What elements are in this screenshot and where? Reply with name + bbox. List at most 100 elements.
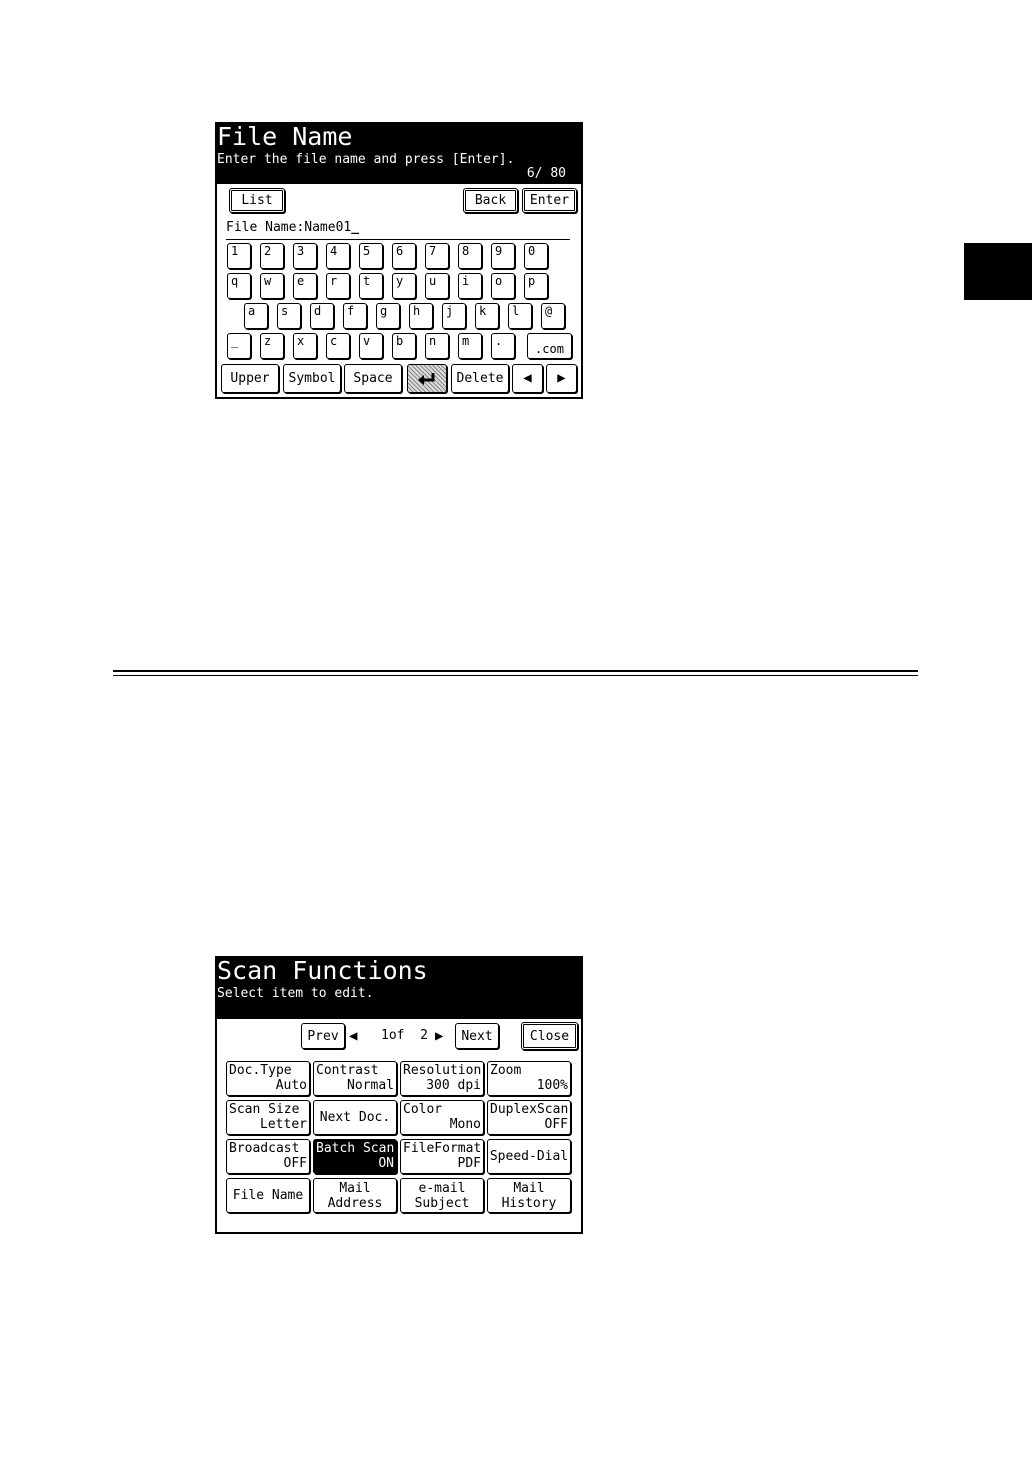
- key-b[interactable]: b: [392, 333, 416, 359]
- file-name-input[interactable]: File Name:Name01_: [226, 219, 570, 240]
- function-label: FileFormat: [403, 1141, 482, 1156]
- key-4[interactable]: 4: [326, 243, 350, 269]
- color-button[interactable]: Color Mono: [400, 1100, 484, 1135]
- function-value: PDF: [457, 1156, 481, 1171]
- contrast-button[interactable]: Contrast Normal: [313, 1061, 397, 1096]
- file-name-button[interactable]: File Name: [226, 1178, 310, 1213]
- key-x[interactable]: x: [293, 333, 317, 359]
- function-label: DuplexScan: [490, 1102, 569, 1117]
- character-counter: 6/ 80: [526, 166, 566, 181]
- key-u[interactable]: u: [425, 273, 449, 299]
- function-label: Next Doc.: [319, 1110, 391, 1125]
- key-m[interactable]: m: [458, 333, 482, 359]
- close-button[interactable]: Close: [521, 1022, 578, 1050]
- speed-dial-button[interactable]: Speed-Dial: [487, 1139, 571, 1174]
- resolution-button[interactable]: Resolution 300 dpi: [400, 1061, 484, 1096]
- list-button[interactable]: List: [229, 188, 285, 213]
- key-period[interactable]: .: [491, 333, 515, 359]
- function-label: Mail: [339, 1180, 371, 1196]
- key-l[interactable]: l: [508, 303, 532, 329]
- broadcast-button[interactable]: Broadcast OFF: [226, 1139, 310, 1174]
- file-format-button[interactable]: FileFormat PDF: [400, 1139, 484, 1174]
- function-label: Mail: [513, 1180, 545, 1196]
- cursor-right-button[interactable]: ▶: [546, 364, 577, 393]
- return-button[interactable]: [407, 364, 447, 393]
- key-h[interactable]: h: [409, 303, 433, 329]
- left-arrow-icon: ◀: [523, 370, 532, 386]
- key-g[interactable]: g: [376, 303, 400, 329]
- batch-scan-button[interactable]: Batch Scan ON: [313, 1139, 397, 1174]
- key-v[interactable]: v: [359, 333, 383, 359]
- field-label: File Name:: [226, 220, 305, 235]
- key-i[interactable]: i: [458, 273, 482, 299]
- scan-size-button[interactable]: Scan Size Letter: [226, 1100, 310, 1135]
- key-6[interactable]: 6: [392, 243, 416, 269]
- email-subject-button[interactable]: e-mail Subject: [400, 1178, 484, 1213]
- space-button[interactable]: Space: [344, 364, 402, 393]
- key-underscore[interactable]: _: [227, 333, 251, 359]
- next-doc-button[interactable]: Next Doc.: [313, 1100, 397, 1135]
- key-n[interactable]: n: [425, 333, 449, 359]
- key-dotcom[interactable]: .com: [527, 333, 572, 359]
- key-8[interactable]: 8: [458, 243, 482, 269]
- key-2[interactable]: 2: [260, 243, 284, 269]
- key-f[interactable]: f: [343, 303, 367, 329]
- key-0[interactable]: 0: [524, 243, 548, 269]
- prev-page-button[interactable]: Prev: [301, 1023, 345, 1049]
- function-label-line2: History: [501, 1195, 557, 1211]
- next-page-button[interactable]: Next: [455, 1023, 499, 1049]
- symbol-button[interactable]: Symbol: [283, 364, 341, 393]
- screen-title: Scan Functions: [217, 956, 428, 985]
- function-value: Mono: [449, 1117, 481, 1132]
- return-arrow-icon: [418, 372, 435, 385]
- key-o[interactable]: o: [491, 273, 515, 299]
- screen-instruction: Enter the file name and press [Enter].: [217, 152, 515, 167]
- function-label: Resolution: [403, 1063, 482, 1078]
- key-5[interactable]: 5: [359, 243, 383, 269]
- mail-address-button[interactable]: Mail Address: [313, 1178, 397, 1213]
- file-name-screen: File Name Enter the file name and press …: [215, 122, 583, 399]
- back-button[interactable]: Back: [463, 188, 518, 213]
- key-s[interactable]: s: [277, 303, 301, 329]
- right-arrow-icon: ▶: [557, 370, 566, 386]
- key-t[interactable]: t: [359, 273, 383, 299]
- key-j[interactable]: j: [442, 303, 466, 329]
- function-value: Normal: [347, 1078, 394, 1093]
- key-e[interactable]: e: [293, 273, 317, 299]
- key-q[interactable]: q: [227, 273, 251, 299]
- doc-type-button[interactable]: Doc.Type Auto: [226, 1061, 310, 1096]
- next-arrow-icon: ▶: [435, 1028, 444, 1044]
- key-c[interactable]: c: [326, 333, 350, 359]
- function-label: Scan Size: [229, 1102, 300, 1117]
- key-9[interactable]: 9: [491, 243, 515, 269]
- cursor-left-button[interactable]: ◀: [512, 364, 543, 393]
- scan-functions-screen: Scan Functions Select item to edit. Prev…: [215, 956, 583, 1234]
- scan-functions-header: Scan Functions Select item to edit.: [215, 956, 583, 1017]
- enter-button[interactable]: Enter: [522, 188, 577, 213]
- function-value: 100%: [536, 1078, 568, 1093]
- key-7[interactable]: 7: [425, 243, 449, 269]
- function-label: Doc.Type: [229, 1063, 292, 1078]
- key-w[interactable]: w: [260, 273, 284, 299]
- function-label: File Name: [232, 1188, 304, 1203]
- key-z[interactable]: z: [260, 333, 284, 359]
- key-k[interactable]: k: [475, 303, 499, 329]
- delete-button[interactable]: Delete: [451, 364, 509, 393]
- function-value: Letter: [260, 1117, 307, 1132]
- function-label-line2: Address: [327, 1195, 383, 1211]
- key-y[interactable]: y: [392, 273, 416, 299]
- key-1[interactable]: 1: [227, 243, 251, 269]
- key-r[interactable]: r: [326, 273, 350, 299]
- function-panel: Prev ◀ 1of 2 ▶ Next Close Doc.Type Auto Co…: [215, 1017, 583, 1234]
- zoom-button[interactable]: Zoom 100%: [487, 1061, 571, 1096]
- key-at[interactable]: @: [541, 303, 565, 329]
- upper-button[interactable]: Upper: [221, 364, 279, 393]
- key-a[interactable]: a: [244, 303, 268, 329]
- function-label-line2: Subject: [414, 1195, 470, 1211]
- key-d[interactable]: d: [310, 303, 334, 329]
- key-3[interactable]: 3: [293, 243, 317, 269]
- function-label: Contrast: [316, 1063, 379, 1078]
- duplex-scan-button[interactable]: DuplexScan OFF: [487, 1100, 571, 1135]
- key-p[interactable]: p: [524, 273, 548, 299]
- mail-history-button[interactable]: Mail History: [487, 1178, 571, 1213]
